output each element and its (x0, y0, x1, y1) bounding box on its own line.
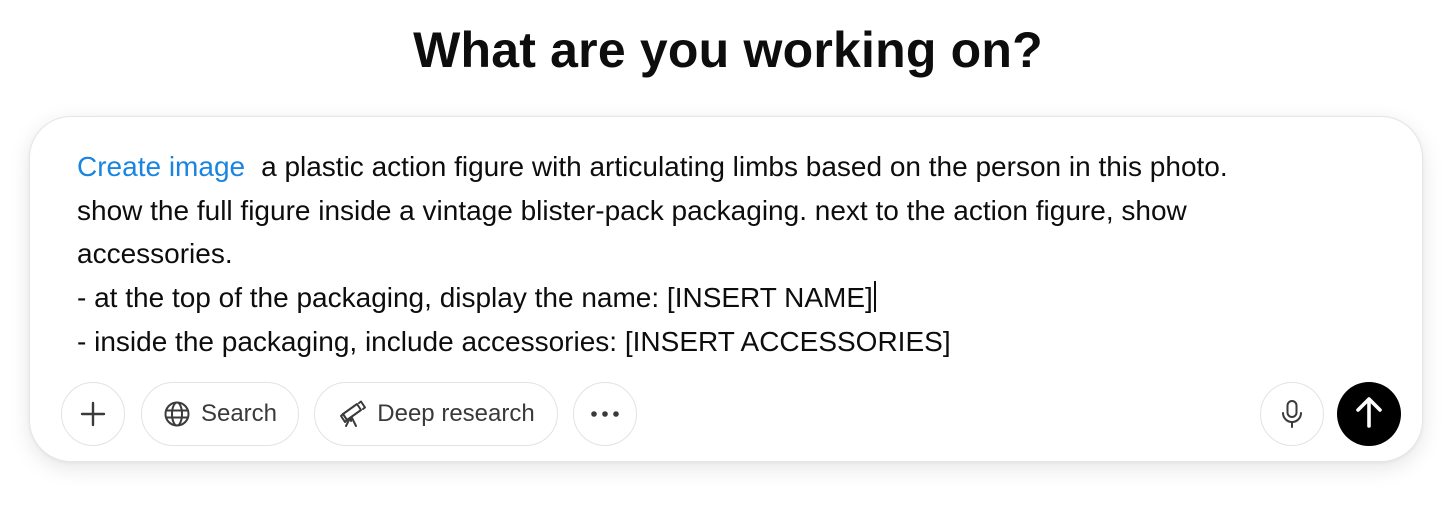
dictate-button[interactable] (1260, 382, 1324, 446)
text-caret (873, 281, 876, 313)
search-label: Search (200, 400, 278, 427)
microphone-icon (1279, 399, 1305, 429)
page-title: What are you working on? (413, 22, 1043, 78)
arrow-up-icon (1354, 395, 1384, 434)
prompt-text-line-5: - inside the packaging, include accessor… (77, 325, 951, 357)
prompt-text-line-4: - at the top of the packaging, display t… (77, 282, 873, 314)
page: What are you working on? Create image a p… (0, 0, 1456, 528)
deep-research-label: Deep research (377, 400, 535, 427)
add-attachment-button[interactable] (61, 382, 125, 446)
search-button[interactable]: Search (141, 382, 299, 446)
create-image-tag[interactable]: Create image (77, 151, 245, 182)
plus-icon (79, 400, 107, 428)
more-options-button[interactable] (573, 382, 637, 446)
prompt-composer[interactable]: Create image a plastic action figure with… (29, 116, 1423, 462)
deep-research-button[interactable]: Deep research (314, 382, 558, 446)
prompt-text-line-2: show the full figure inside a vintage bl… (77, 194, 1187, 226)
prompt-text-line-3: accessories. (77, 238, 233, 270)
send-button[interactable] (1337, 382, 1401, 446)
prompt-input[interactable]: Create image a plastic action figure with… (77, 145, 1377, 364)
prompt-line: - at the top of the packaging, display t… (77, 276, 1377, 320)
ellipsis-icon (590, 409, 620, 419)
prompt-text-line-1: a plastic action figure with articulatin… (261, 151, 1228, 182)
telescope-icon (337, 399, 367, 429)
globe-icon (163, 400, 191, 428)
prompt-line: Create image a plastic action figure with… (77, 145, 1377, 189)
